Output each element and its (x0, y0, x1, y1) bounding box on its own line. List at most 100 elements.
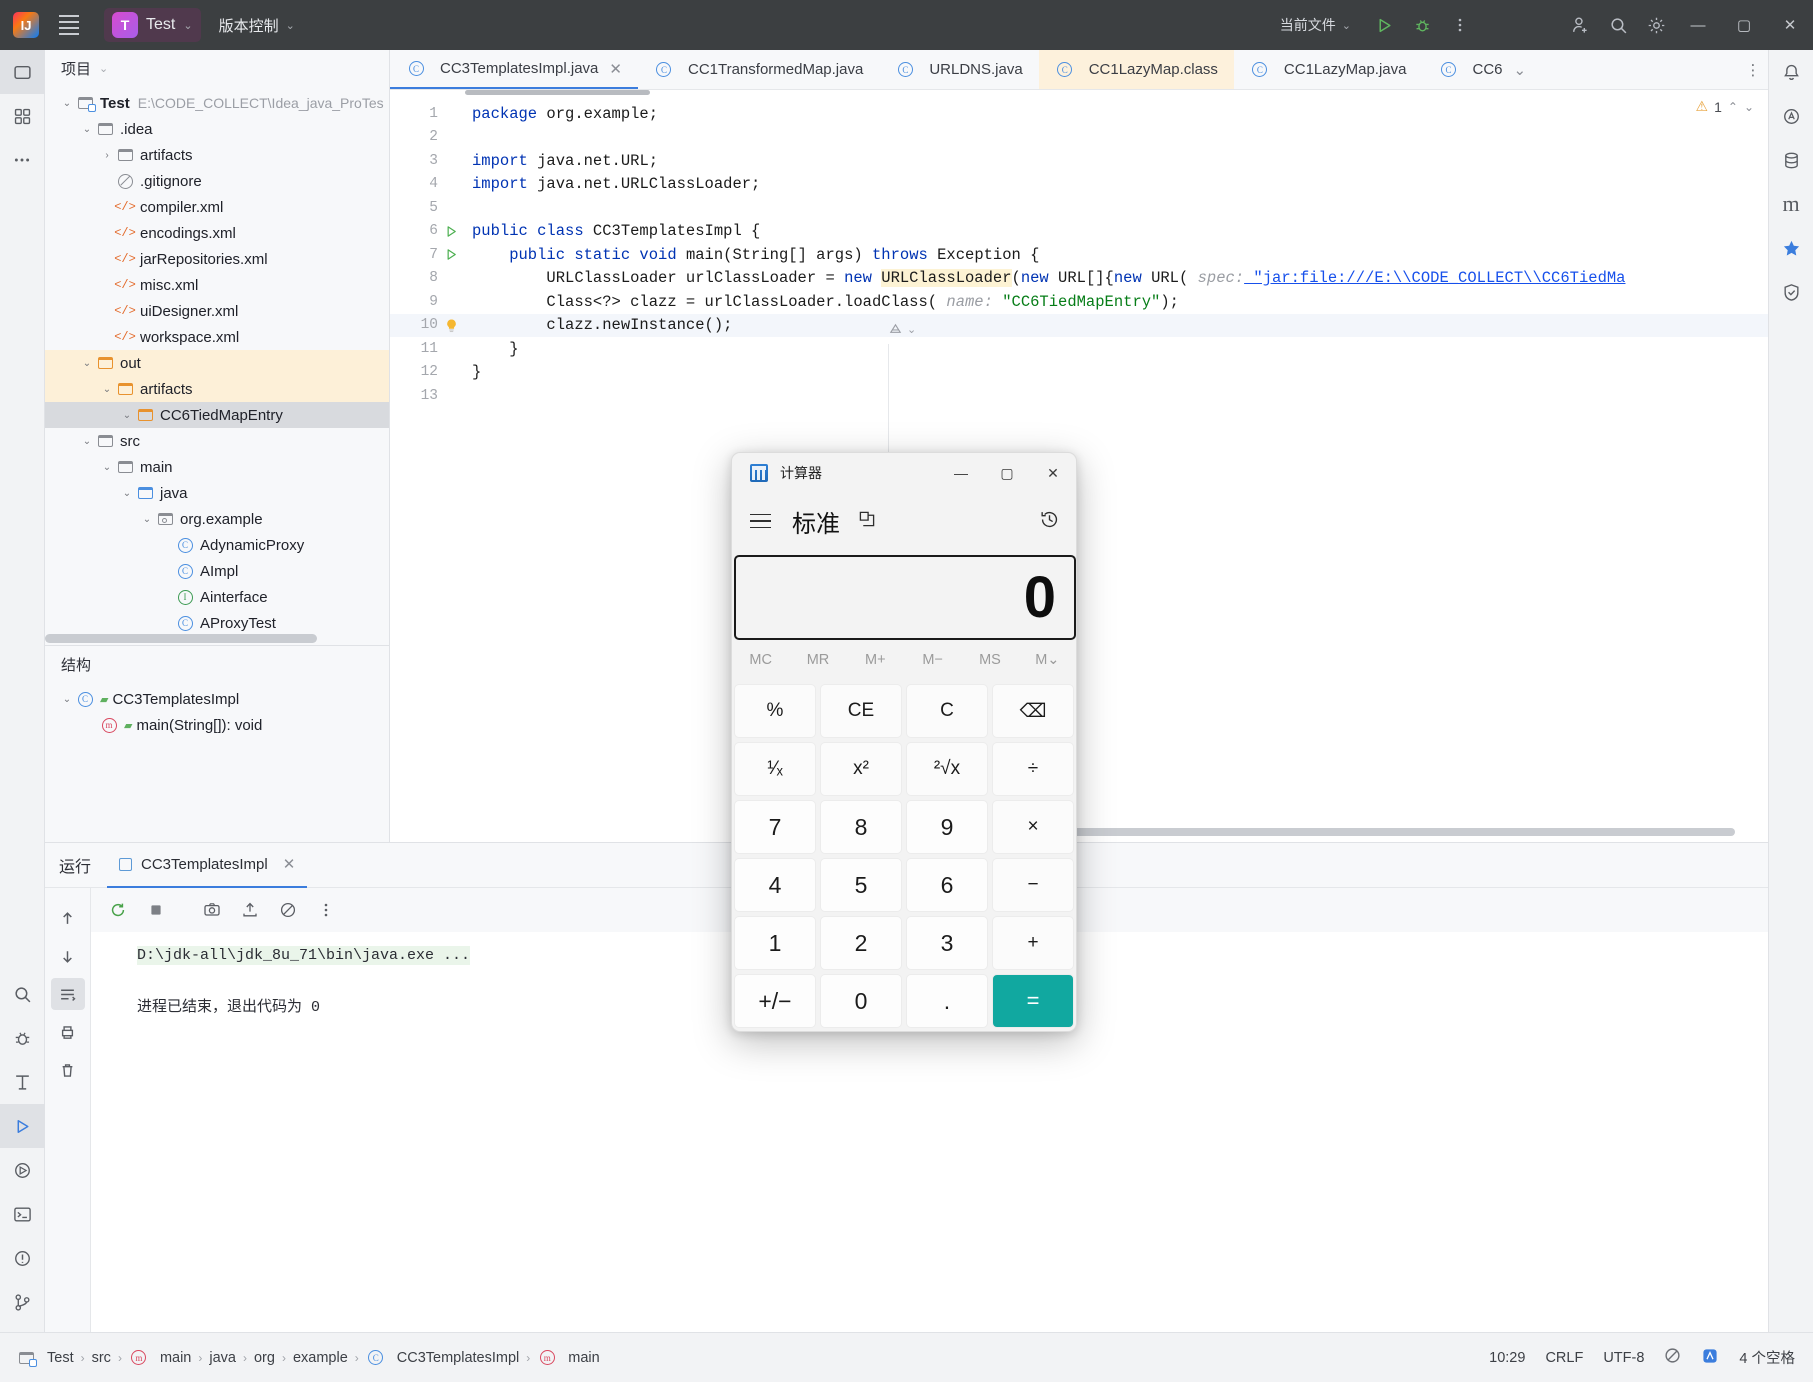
calculator-key-0[interactable]: 0 (820, 974, 902, 1028)
plugin-icon[interactable] (1701, 1347, 1719, 1369)
project-tree-row[interactable]: ⌄ out (45, 350, 389, 376)
editor-line[interactable]: 4 import java.net.URLClassLoader; (390, 173, 1768, 197)
rail-debug-icon[interactable] (0, 1016, 45, 1060)
calculator-key-[interactable]: % (734, 684, 816, 738)
calculator-key-8[interactable]: 8 (820, 800, 902, 854)
calculator-key-x[interactable]: ²√x (906, 742, 988, 796)
breadcrumb-item[interactable]: Test (16, 1350, 74, 1367)
project-tree-row[interactable]: ⌄ Test E:\CODE_COLLECT\Idea_java_ProTes (45, 90, 389, 116)
calculator-key-[interactable]: ÷ (992, 742, 1074, 796)
clear-icon[interactable] (271, 893, 305, 927)
calculator-key-[interactable]: ¹⁄ₓ (734, 742, 816, 796)
calculator-memory-button[interactable]: M⌄ (1019, 652, 1076, 668)
chevron-right-icon[interactable]: › (99, 150, 115, 161)
chevron-down-icon[interactable]: ⌄ (79, 358, 95, 369)
chevron-down-icon[interactable]: ⌄ (119, 410, 135, 421)
main-menu-icon[interactable] (52, 0, 86, 50)
editor-line[interactable]: 2 (390, 126, 1768, 150)
window-maximize-button[interactable]: ▢ (1721, 0, 1767, 50)
rail-vcs-icon[interactable] (0, 1280, 45, 1324)
vcs-menu[interactable]: 版本控制 ⌄ (219, 15, 295, 36)
rail-services-icon[interactable] (0, 1148, 45, 1192)
calculator-key-[interactable]: + (992, 916, 1074, 970)
structure-tree-row[interactable]: ⌄ C ▰ CC3TemplatesImpl (45, 686, 389, 712)
calculator-key-7[interactable]: 7 (734, 800, 816, 854)
more-actions-icon[interactable] (1441, 0, 1479, 50)
project-tree-row[interactable]: </> misc.xml (45, 272, 389, 298)
rail-search-icon[interactable] (0, 972, 45, 1016)
calculator-memory-button[interactable]: MS (961, 652, 1018, 668)
breadcrumb[interactable]: Test › src › m main › java › org › example › C CC3Temp… (0, 1350, 600, 1367)
editor-line[interactable]: 11 } (390, 337, 1768, 361)
calculator-key-2[interactable]: 2 (820, 916, 902, 970)
calculator-key-9[interactable]: 9 (906, 800, 988, 854)
chevron-down-icon[interactable]: ⌄ (139, 514, 155, 525)
chevron-down-icon[interactable]: ⌄ (79, 436, 95, 447)
calculator-key-x[interactable]: x² (820, 742, 902, 796)
chevron-down-icon[interactable]: ⌄ (1514, 61, 1527, 79)
rail-project-icon[interactable] (0, 50, 45, 94)
calculator-minimize-button[interactable]: — (938, 453, 984, 493)
calculator-key-5[interactable]: 5 (820, 858, 902, 912)
calculator-key-1[interactable]: 1 (734, 916, 816, 970)
project-tree-row[interactable]: </> compiler.xml (45, 194, 389, 220)
scroll-down-icon[interactable] (51, 940, 85, 972)
code-editor[interactable]: ⚠ 1 ⌃ ⌄ 1 package org.example; 2 3 import ja… (390, 90, 1768, 842)
chevron-down-icon[interactable]: ⌄ (99, 384, 115, 395)
calculator-key-C[interactable]: C (906, 684, 988, 738)
breadcrumb-item[interactable]: example (293, 1350, 348, 1366)
print-icon[interactable] (51, 1016, 85, 1048)
breadcrumb-item[interactable]: m main (129, 1350, 191, 1366)
stop-icon[interactable] (139, 893, 173, 927)
keep-on-top-icon[interactable] (856, 508, 878, 534)
editor-line[interactable]: 7 public static void main(String[] args)… (390, 243, 1768, 267)
rail-security-icon[interactable] (1769, 270, 1813, 314)
run-gutter-icon[interactable] (438, 248, 464, 261)
calculator-window[interactable]: 计算器 — ▢ ✕ 标准 0 MC MR M+ M− MS M⌄ % CE C ⌫ ¹⁄ₓ x² ²√… (731, 452, 1077, 1032)
calculator-key-[interactable]: − (992, 858, 1074, 912)
add-user-icon[interactable] (1561, 0, 1599, 50)
rail-ai-assistant-icon[interactable] (1769, 94, 1813, 138)
rail-structure-icon[interactable] (0, 94, 45, 138)
project-tree-row[interactable]: I Ainterface (45, 584, 389, 610)
status-bar-item[interactable]: CRLF (1545, 1350, 1583, 1366)
project-tree-hscrollbar[interactable] (45, 634, 317, 643)
editor-line[interactable]: 6 public class CC3TemplatesImpl { (390, 220, 1768, 244)
editor-code-area[interactable]: 1 package org.example; 2 3 import java.net.U… (390, 90, 1768, 842)
rail-notifications-icon[interactable] (1769, 50, 1813, 94)
rerun-icon[interactable] (101, 893, 135, 927)
chevron-down-icon[interactable]: ⌄ (59, 98, 75, 109)
export-icon[interactable] (233, 893, 267, 927)
calculator-key-[interactable]: × (992, 800, 1074, 854)
project-tree-row[interactable]: .gitignore (45, 168, 389, 194)
calculator-key-CE[interactable]: CE (820, 684, 902, 738)
project-tree-row[interactable]: ⌄ artifacts (45, 376, 389, 402)
scroll-up-icon[interactable] (51, 902, 85, 934)
settings-icon[interactable] (1637, 0, 1675, 50)
rail-run-icon[interactable] (0, 1104, 45, 1148)
status-bar-item[interactable]: 10:29 (1489, 1350, 1525, 1366)
intention-bulb-icon[interactable] (438, 318, 464, 333)
editor-line[interactable]: 3 import java.net.URL; (390, 149, 1768, 173)
project-tree-row[interactable]: </> uiDesigner.xml (45, 298, 389, 324)
debug-icon[interactable] (1403, 0, 1441, 50)
rail-database-icon[interactable] (1769, 138, 1813, 182)
rail-terminal-icon[interactable] (0, 1192, 45, 1236)
chevron-down-icon[interactable]: ⌄ (119, 488, 135, 499)
project-tree-row[interactable]: C AProxyTest (45, 610, 389, 636)
window-minimize-button[interactable]: — (1675, 0, 1721, 50)
editor-tab[interactable]: C CC1LazyMap.java (1234, 50, 1423, 89)
camera-icon[interactable] (195, 893, 229, 927)
chevron-down-icon[interactable]: ⌄ (79, 124, 95, 135)
calculator-key-[interactable]: = (992, 974, 1074, 1028)
editor-tab[interactable]: C CC1TransformedMap.java (638, 50, 879, 89)
rail-bookmarks-icon[interactable] (1769, 226, 1813, 270)
editor-line[interactable]: 12} (390, 361, 1768, 385)
chevron-down-icon[interactable]: ⌄ (59, 694, 75, 705)
calculator-key-6[interactable]: 6 (906, 858, 988, 912)
editor-tab[interactable]: C CC1LazyMap.class (1038, 50, 1234, 89)
calculator-key-4[interactable]: 4 (734, 858, 816, 912)
trash-icon[interactable] (51, 1054, 85, 1086)
project-tree-row[interactable]: ⌄ main (45, 454, 389, 480)
editor-tab[interactable]: C URLDNS.java (879, 50, 1038, 89)
